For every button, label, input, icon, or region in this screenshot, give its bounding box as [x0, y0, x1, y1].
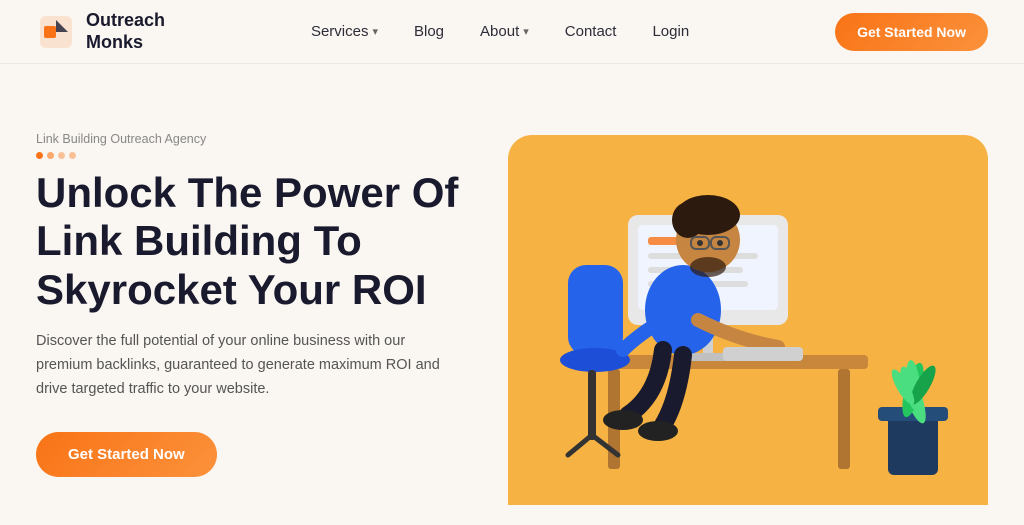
nav-item-contact[interactable]: Contact — [565, 23, 617, 40]
hero-section: Link Building Outreach Agency Unlock The… — [0, 64, 1024, 525]
tag-dots — [36, 152, 493, 159]
hero-tag: Link Building Outreach Agency — [36, 132, 493, 159]
nav-item-login[interactable]: Login — [652, 23, 689, 40]
nav-links: Services ▾ Blog About ▾ Contact Login — [311, 23, 689, 40]
logo[interactable]: Outreach Monks — [36, 10, 165, 53]
hero-illustration-svg — [508, 125, 968, 505]
dot-4 — [69, 152, 76, 159]
hero-cta-button[interactable]: Get Started Now — [36, 432, 217, 477]
hero-illustration — [493, 94, 988, 505]
dot-2 — [47, 152, 54, 159]
hero-content: Link Building Outreach Agency Unlock The… — [36, 122, 493, 477]
nav-item-about[interactable]: About ▾ — [480, 23, 529, 40]
nav-item-services[interactable]: Services ▾ — [311, 23, 378, 40]
navbar: Outreach Monks Services ▾ Blog About ▾ C… — [0, 0, 1024, 64]
dot-3 — [58, 152, 65, 159]
chevron-down-icon-about: ▾ — [523, 25, 529, 38]
nav-cta-button[interactable]: Get Started Now — [835, 13, 988, 51]
logo-icon — [36, 12, 76, 52]
nav-item-blog[interactable]: Blog — [414, 23, 444, 40]
dot-1 — [36, 152, 43, 159]
hero-title: Unlock The Power Of Link Building To Sky… — [36, 169, 493, 314]
chevron-down-icon: ▾ — [372, 25, 378, 38]
brand-name: Outreach Monks — [86, 10, 165, 53]
hero-description: Discover the full potential of your onli… — [36, 330, 456, 402]
